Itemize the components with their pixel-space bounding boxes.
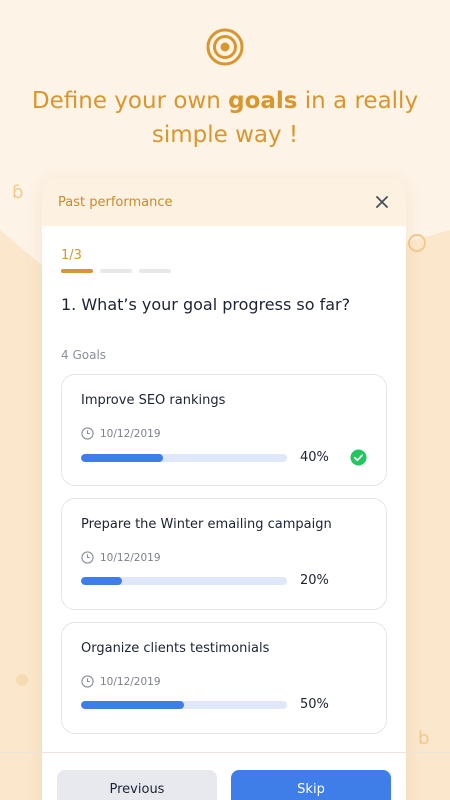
goal-list: Improve SEO rankings 10/12/2019 40% Prep… <box>42 374 406 734</box>
goal-card[interactable]: Organize clients testimonials 10/12/2019… <box>61 622 387 734</box>
step-bar <box>139 269 171 273</box>
modal-title: Past performance <box>58 194 173 210</box>
goal-date-text: 10/12/2019 <box>100 551 161 564</box>
step-bar <box>61 269 93 273</box>
headline-prefix: Define your own <box>31 88 229 114</box>
headline: Define your own goals in a really simple … <box>0 84 450 152</box>
decoration-letter: b <box>418 728 430 749</box>
progress-track <box>81 453 287 462</box>
progress-track <box>81 700 287 709</box>
goal-date: 10/12/2019 <box>81 427 368 440</box>
headline-suffix-line1: in a really <box>297 88 419 114</box>
clock-icon <box>81 427 94 440</box>
close-icon[interactable] <box>374 194 390 210</box>
target-logo-icon <box>206 28 244 66</box>
headline-suffix: simple way ! <box>151 122 299 148</box>
goal-card[interactable]: Prepare the Winter emailing campaign 10/… <box>61 498 387 610</box>
step-bar <box>100 269 132 273</box>
modal-footer: Previous Skip <box>57 770 391 800</box>
goal-progress: 40% <box>81 449 368 466</box>
progress-fill <box>81 576 123 585</box>
decoration-letter: ɓ <box>12 182 24 203</box>
question-title: 1. What’s your goal progress so far? <box>61 295 351 314</box>
goal-date-text: 10/12/2019 <box>100 427 161 440</box>
progress-fill <box>81 700 184 709</box>
goal-date: 10/12/2019 <box>81 675 368 688</box>
goals-count: 4 Goals <box>61 348 107 362</box>
decoration-circle <box>408 234 426 252</box>
step-progress <box>61 269 406 273</box>
progress-percent: 50% <box>300 697 329 712</box>
decoration-dot <box>16 674 28 686</box>
goal-title: Prepare the Winter emailing campaign <box>81 517 332 532</box>
footer-divider <box>0 752 450 753</box>
step-indicator-label: 1/3 <box>61 248 82 263</box>
progress-fill <box>81 453 164 462</box>
progress-percent: 40% <box>300 450 329 465</box>
headline-emphasis: goals <box>228 88 298 114</box>
progress-percent: 20% <box>300 573 329 588</box>
check-circle-icon <box>350 449 367 466</box>
goal-progress: 20% <box>81 573 368 588</box>
goal-title: Improve SEO rankings <box>81 393 226 408</box>
goal-progress: 50% <box>81 697 368 712</box>
clock-icon <box>81 551 94 564</box>
modal-header: Past performance <box>42 178 406 226</box>
past-performance-modal: Past performance 1/3 1. What’s your goal… <box>42 178 406 800</box>
progress-track <box>81 576 287 585</box>
clock-icon <box>81 675 94 688</box>
previous-button[interactable]: Previous <box>57 770 217 800</box>
goal-date-text: 10/12/2019 <box>100 675 161 688</box>
goal-title: Organize clients testimonials <box>81 641 270 656</box>
skip-button[interactable]: Skip <box>231 770 391 800</box>
goal-date: 10/12/2019 <box>81 551 368 564</box>
goal-card[interactable]: Improve SEO rankings 10/12/2019 40% <box>61 374 387 486</box>
